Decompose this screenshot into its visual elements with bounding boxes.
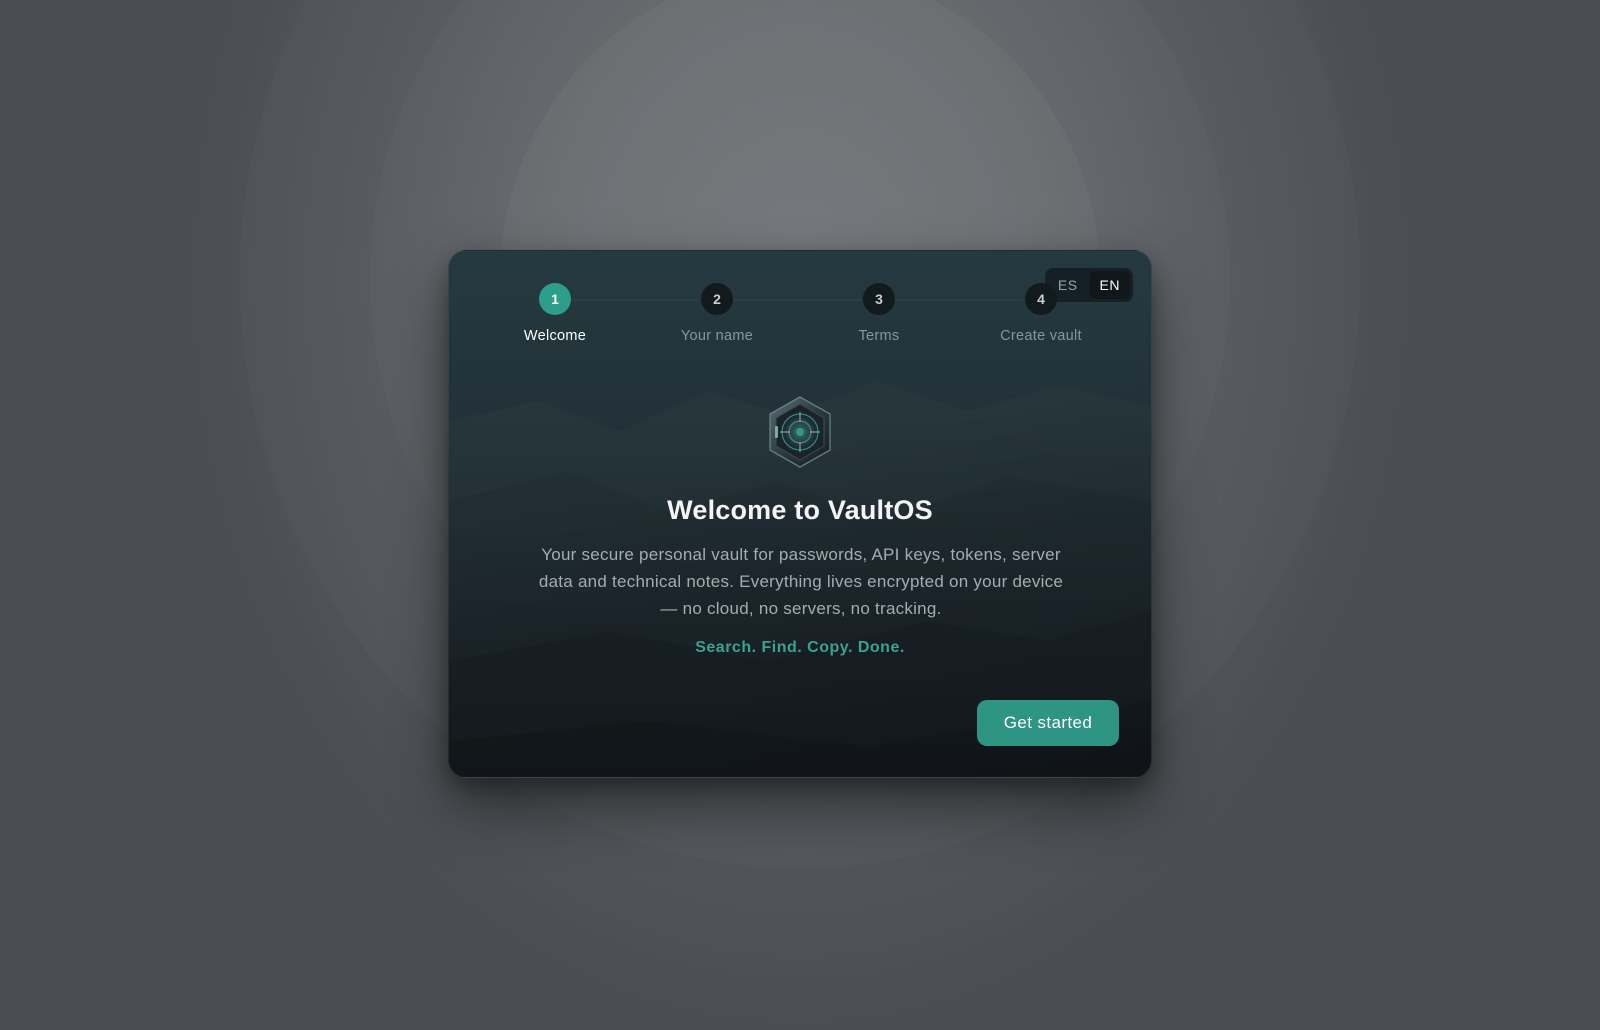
- onboarding-stepper: 1 Welcome 2 Your name 3 Terms 4 Create v…: [449, 283, 1151, 353]
- step-welcome: 1 Welcome: [495, 283, 615, 344]
- step-create-vault: 4 Create vault: [981, 283, 1101, 344]
- welcome-tagline: Search. Find. Copy. Done.: [695, 639, 905, 656]
- step-number: 2: [701, 283, 733, 315]
- step-number: 3: [863, 283, 895, 315]
- welcome-title: Welcome to VaultOS: [667, 495, 933, 525]
- onboarding-card: ES EN 1 Welcome 2 Your name 3 Terms 4 Cr…: [448, 250, 1152, 778]
- step-label: Welcome: [523, 328, 587, 344]
- vault-hexagon-icon: [766, 395, 834, 469]
- step-number: 1: [539, 283, 571, 315]
- step-number: 4: [1025, 283, 1057, 315]
- get-started-button[interactable]: Get started: [977, 700, 1119, 746]
- step-label: Create vault: [1000, 328, 1082, 344]
- step-terms: 3 Terms: [819, 283, 939, 344]
- step-label: Terms: [858, 328, 900, 344]
- step-label: Your name: [680, 328, 754, 344]
- welcome-description: Your secure personal vault for passwords…: [538, 545, 1064, 618]
- step-your-name: 2 Your name: [657, 283, 777, 344]
